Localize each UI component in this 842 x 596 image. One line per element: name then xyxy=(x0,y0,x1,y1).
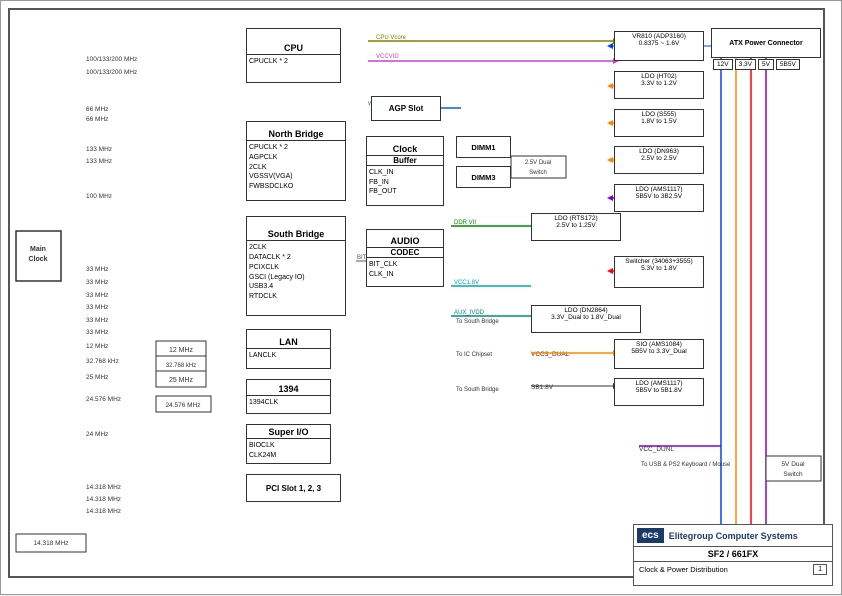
svg-text:12 MHz: 12 MHz xyxy=(86,343,108,350)
svg-text:VCC1.8V: VCC1.8V xyxy=(454,280,479,286)
power-rails: 12V 3.3V 5V 5B5V xyxy=(713,59,800,70)
svg-text:100/133/200 MHz: 100/133/200 MHz xyxy=(86,56,137,63)
model-label: SF2 / 661FX xyxy=(639,549,827,559)
svg-text:33 MHz: 33 MHz xyxy=(86,279,108,286)
north-bridge-box: North Bridge CPUCLK * 2 AGPCLK 2CLK VGSS… xyxy=(246,121,346,201)
pci-slot-title: PCI Slot 1, 2, 3 xyxy=(266,484,321,493)
svg-text:AUX_IVDD: AUX_IVDD xyxy=(454,310,485,316)
svg-text:25 MHz: 25 MHz xyxy=(86,374,108,381)
svg-text:Clock: Clock xyxy=(28,256,47,263)
svg-text:33 MHz: 33 MHz xyxy=(86,292,108,299)
svg-text:14.318 MHz: 14.318 MHz xyxy=(86,496,121,503)
svg-text:33 MHz: 33 MHz xyxy=(86,317,108,324)
info-box: ecs Elitegroup Computer Systems SF2 / 66… xyxy=(633,524,833,586)
svg-text:66 MHz: 66 MHz xyxy=(86,106,108,113)
svg-text:SB1.8V: SB1.8V xyxy=(531,384,554,391)
svg-text:24.576 MHz: 24.576 MHz xyxy=(165,402,200,409)
ldo-dn2864-box: LDO (DN2864) 3.3V_Dual to 1.8V_Dual xyxy=(531,305,641,333)
pci-slot-box: PCI Slot 1, 2, 3 xyxy=(246,474,341,502)
sio-ams1084-box: SIO (AMS1084) 5B5V to 3.3V_Dual xyxy=(614,339,704,369)
agp-slot-title: AGP Slot xyxy=(389,104,424,113)
svg-text:VCCVID: VCCVID xyxy=(376,54,399,60)
subtitle-label: Clock & Power Distribution xyxy=(639,565,728,574)
clock-buffer-box: Clock Buffer CLK_IN FB_IN FB_OUT xyxy=(366,136,444,206)
ecs-logo-icon: ecs xyxy=(637,528,664,543)
svg-text:133 MHz: 133 MHz xyxy=(86,158,112,165)
svg-text:To USB & PS2 Keyboard / Mouse: To USB & PS2 Keyboard / Mouse xyxy=(641,462,731,468)
svg-text:24 MHz: 24 MHz xyxy=(86,431,108,438)
south-bridge-title: South Bridge xyxy=(247,228,345,241)
dimm1-box: DIMM1 xyxy=(456,136,511,158)
svg-text:100/133/200 MHz: 100/133/200 MHz xyxy=(86,69,137,76)
ldo-ams1117-2-box: LDO (AMS1117) 5B5V to 5B1.8V xyxy=(614,378,704,406)
dimm1-title: DIMM1 xyxy=(471,143,495,152)
lan-box: LAN LANCLK xyxy=(246,329,331,369)
svg-text:14.318 MHz: 14.318 MHz xyxy=(86,508,121,515)
svg-text:33 MHz: 33 MHz xyxy=(86,266,108,273)
page-number: 1 xyxy=(813,564,827,575)
svg-text:14.318 MHz: 14.318 MHz xyxy=(86,484,121,491)
svg-text:5V Dual: 5V Dual xyxy=(781,461,805,468)
vr810-box: VR810 (ADP3160) 0.8375 ~ 1.6V xyxy=(614,31,704,61)
svg-text:33 MHz: 33 MHz xyxy=(86,304,108,311)
north-bridge-title: North Bridge xyxy=(247,128,345,141)
svg-text:32.768 kHz: 32.768 kHz xyxy=(166,363,196,369)
svg-text:To South Bridge: To South Bridge xyxy=(456,387,499,393)
lan-content: LANCLK xyxy=(249,351,328,361)
svg-text:25 MHz: 25 MHz xyxy=(169,377,194,384)
ldo-dn963-box: LDO (DN963) 2.5V to 2.5V xyxy=(614,146,704,174)
svg-text:Switch: Switch xyxy=(783,471,803,478)
cpu-content: CPUCLK * 2 xyxy=(249,57,338,67)
super-io-box: Super I/O BIOCLK CLK24M xyxy=(246,424,331,464)
svg-text:2.5V Dual: 2.5V Dual xyxy=(525,160,551,166)
svg-text:33 MHz: 33 MHz xyxy=(86,329,108,336)
ldo-rts172-box: LDO (RTS172) 2.5V to 1.25V xyxy=(531,213,621,241)
svg-text:Main: Main xyxy=(30,246,46,253)
svg-text:DDR VII: DDR VII xyxy=(454,220,476,226)
svg-text:14.318 MHz: 14.318 MHz xyxy=(33,540,68,547)
svg-text:To South Bridge: To South Bridge xyxy=(456,319,499,325)
svg-text:100 MHz: 100 MHz xyxy=(86,193,112,200)
svg-text:66 MHz: 66 MHz xyxy=(86,116,108,123)
lan-title: LAN xyxy=(247,336,330,349)
south-bridge-box: South Bridge 2CLK DATACLK * 2 PCIXCLK GS… xyxy=(246,216,346,316)
switcher-box: Switcher (34063+3555) 5.3V to 1.8V xyxy=(614,256,704,288)
super-io-title: Super I/O xyxy=(247,426,330,439)
svg-text:To IC Chipset: To IC Chipset xyxy=(456,352,492,358)
agp-slot-box: AGP Slot xyxy=(371,96,441,121)
svg-text:12 MHz: 12 MHz xyxy=(169,347,194,354)
ldo-s555-box: LDO (S555) 1.8V to 1.5V xyxy=(614,109,704,137)
ldo-urt02-box: LDO (HT02) 3.3V to 1.2V xyxy=(614,71,704,99)
svg-text:32.768 kHz: 32.768 kHz xyxy=(86,358,119,365)
dimm3-box: DIMM3 xyxy=(456,166,511,188)
svg-text:133 MHz: 133 MHz xyxy=(86,146,112,153)
ldo-ams1117-box: LDO (AMS1117) 5B5V to 3B2.5V xyxy=(614,184,704,212)
svg-text:VCC_DUNL: VCC_DUNL xyxy=(639,446,674,453)
clock-buffer-title: Clock xyxy=(367,143,443,156)
svg-text:24.576 MHz: 24.576 MHz xyxy=(86,396,121,403)
f1394-box: 1394 1394CLK xyxy=(246,379,331,414)
audio-codec-box: AUDIO CODEC BIT_CLK CLK_IN xyxy=(366,229,444,287)
svg-text:Switch: Switch xyxy=(529,170,547,176)
dimm3-title: DIMM3 xyxy=(471,173,495,182)
f1394-title: 1394 xyxy=(247,383,330,396)
cpu-box: CPU CPUCLK * 2 xyxy=(246,28,341,83)
svg-text:CPU Vcore: CPU Vcore xyxy=(376,35,407,41)
svg-text:VCC3_DUAL: VCC3_DUAL xyxy=(531,351,570,358)
f1394-content: 1394CLK xyxy=(249,398,328,408)
company-name: Elitegroup Computer Systems xyxy=(669,531,798,541)
cpu-title: CPU xyxy=(247,42,340,55)
atx-power-connector: ATX Power Connector xyxy=(711,28,821,58)
